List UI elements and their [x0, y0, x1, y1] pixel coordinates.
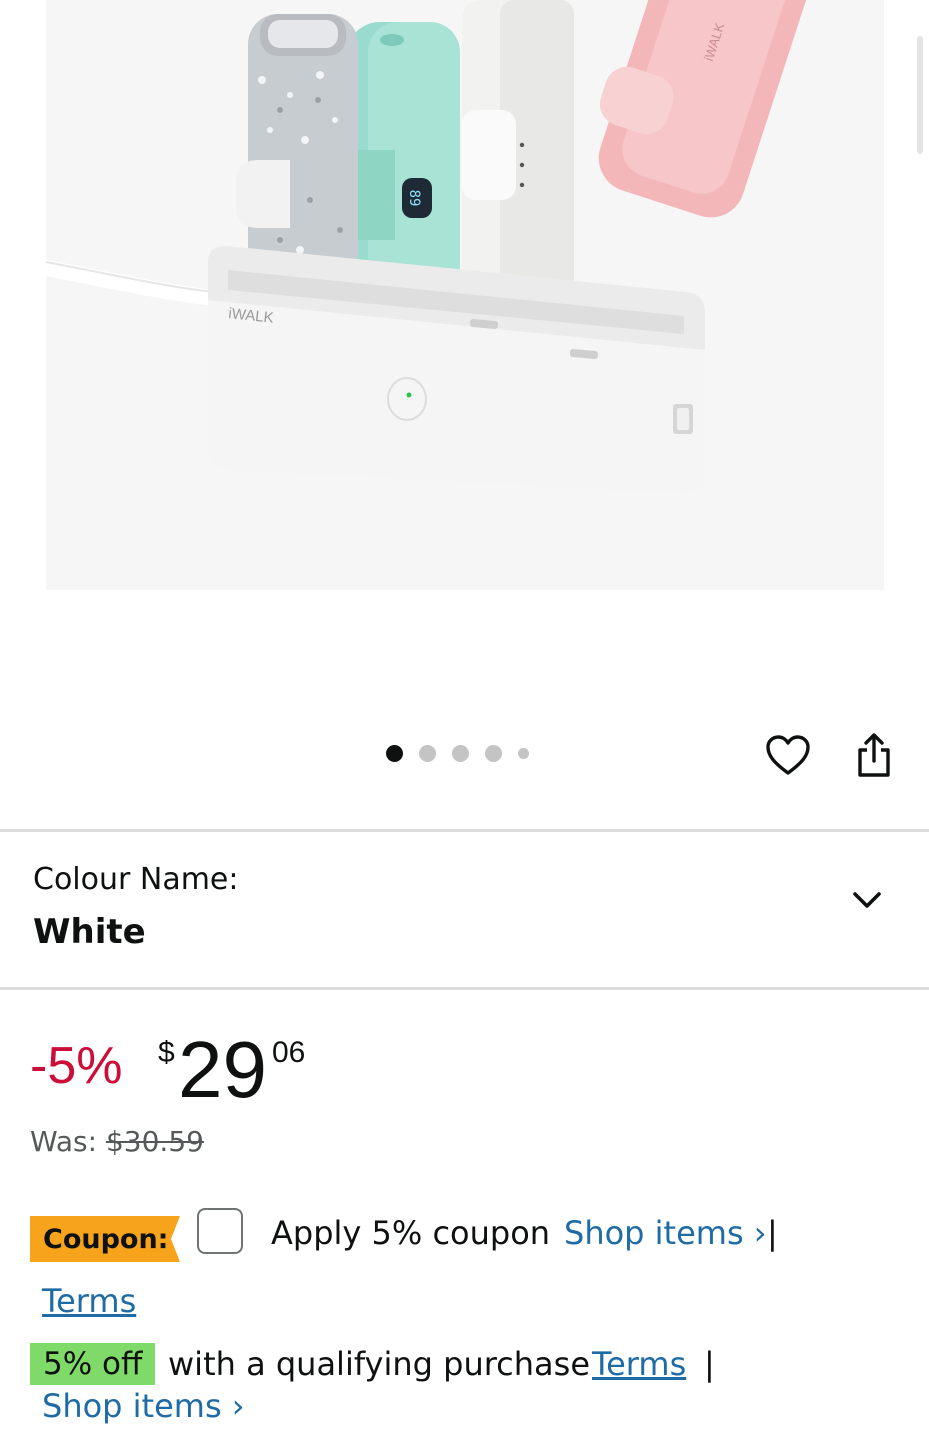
pagination-dot[interactable]: [386, 745, 403, 762]
pagination-dot[interactable]: [419, 745, 436, 762]
share-icon: [858, 733, 890, 777]
product-image[interactable]: iWALK 89 iWALK: [0, 0, 929, 600]
promo-separator: |: [704, 1345, 715, 1383]
colour-name-label: Colour Name:: [33, 862, 239, 897]
pagination-dot[interactable]: [452, 745, 469, 762]
was-price-value: $30.59: [105, 1125, 204, 1158]
chevron-down-icon: [853, 892, 881, 908]
pagination-dot[interactable]: [485, 745, 502, 762]
price-currency: $: [158, 1036, 175, 1069]
heart-icon: [766, 735, 810, 775]
charging-dock: iWALK: [208, 246, 705, 494]
coupon-shop-items-link[interactable]: Shop items ›: [564, 1214, 767, 1252]
discount-percentage: -5%: [30, 1037, 123, 1095]
coupon-badge: Coupon:: [30, 1216, 180, 1262]
battery-display: 89: [406, 190, 422, 207]
section-divider: [0, 987, 929, 990]
image-pagination-dots: [386, 745, 529, 762]
price-fraction: 06: [272, 1036, 306, 1069]
colour-name-value: White: [33, 912, 146, 952]
apply-coupon-checkbox[interactable]: [197, 1208, 243, 1254]
promo-badge: 5% off: [30, 1343, 156, 1385]
colour-dropdown-toggle[interactable]: [845, 880, 889, 920]
promo-description: with a qualifying purchase: [168, 1345, 591, 1383]
was-price-label: Was:: [30, 1125, 98, 1158]
was-price: Was: $30.59: [30, 1125, 204, 1158]
pagination-dot[interactable]: [518, 748, 529, 759]
share-button[interactable]: [848, 729, 900, 781]
coupon-terms-link[interactable]: Terms: [42, 1282, 136, 1320]
product-image-gallery[interactable]: iWALK 89 iWALK: [0, 0, 929, 800]
promo-terms-link[interactable]: Terms: [592, 1345, 686, 1383]
promo-shop-items-link[interactable]: Shop items ›: [42, 1387, 245, 1425]
coupon-separator: |: [767, 1214, 778, 1252]
pink-power-bank: iWALK: [598, 0, 811, 218]
section-divider: [0, 829, 929, 832]
gallery-scrollbar[interactable]: [917, 36, 923, 154]
apply-coupon-text[interactable]: Apply 5% coupon: [271, 1214, 550, 1252]
wishlist-button[interactable]: [762, 729, 814, 781]
price-whole: 29: [178, 1025, 267, 1114]
white-power-bank: [462, 0, 574, 300]
